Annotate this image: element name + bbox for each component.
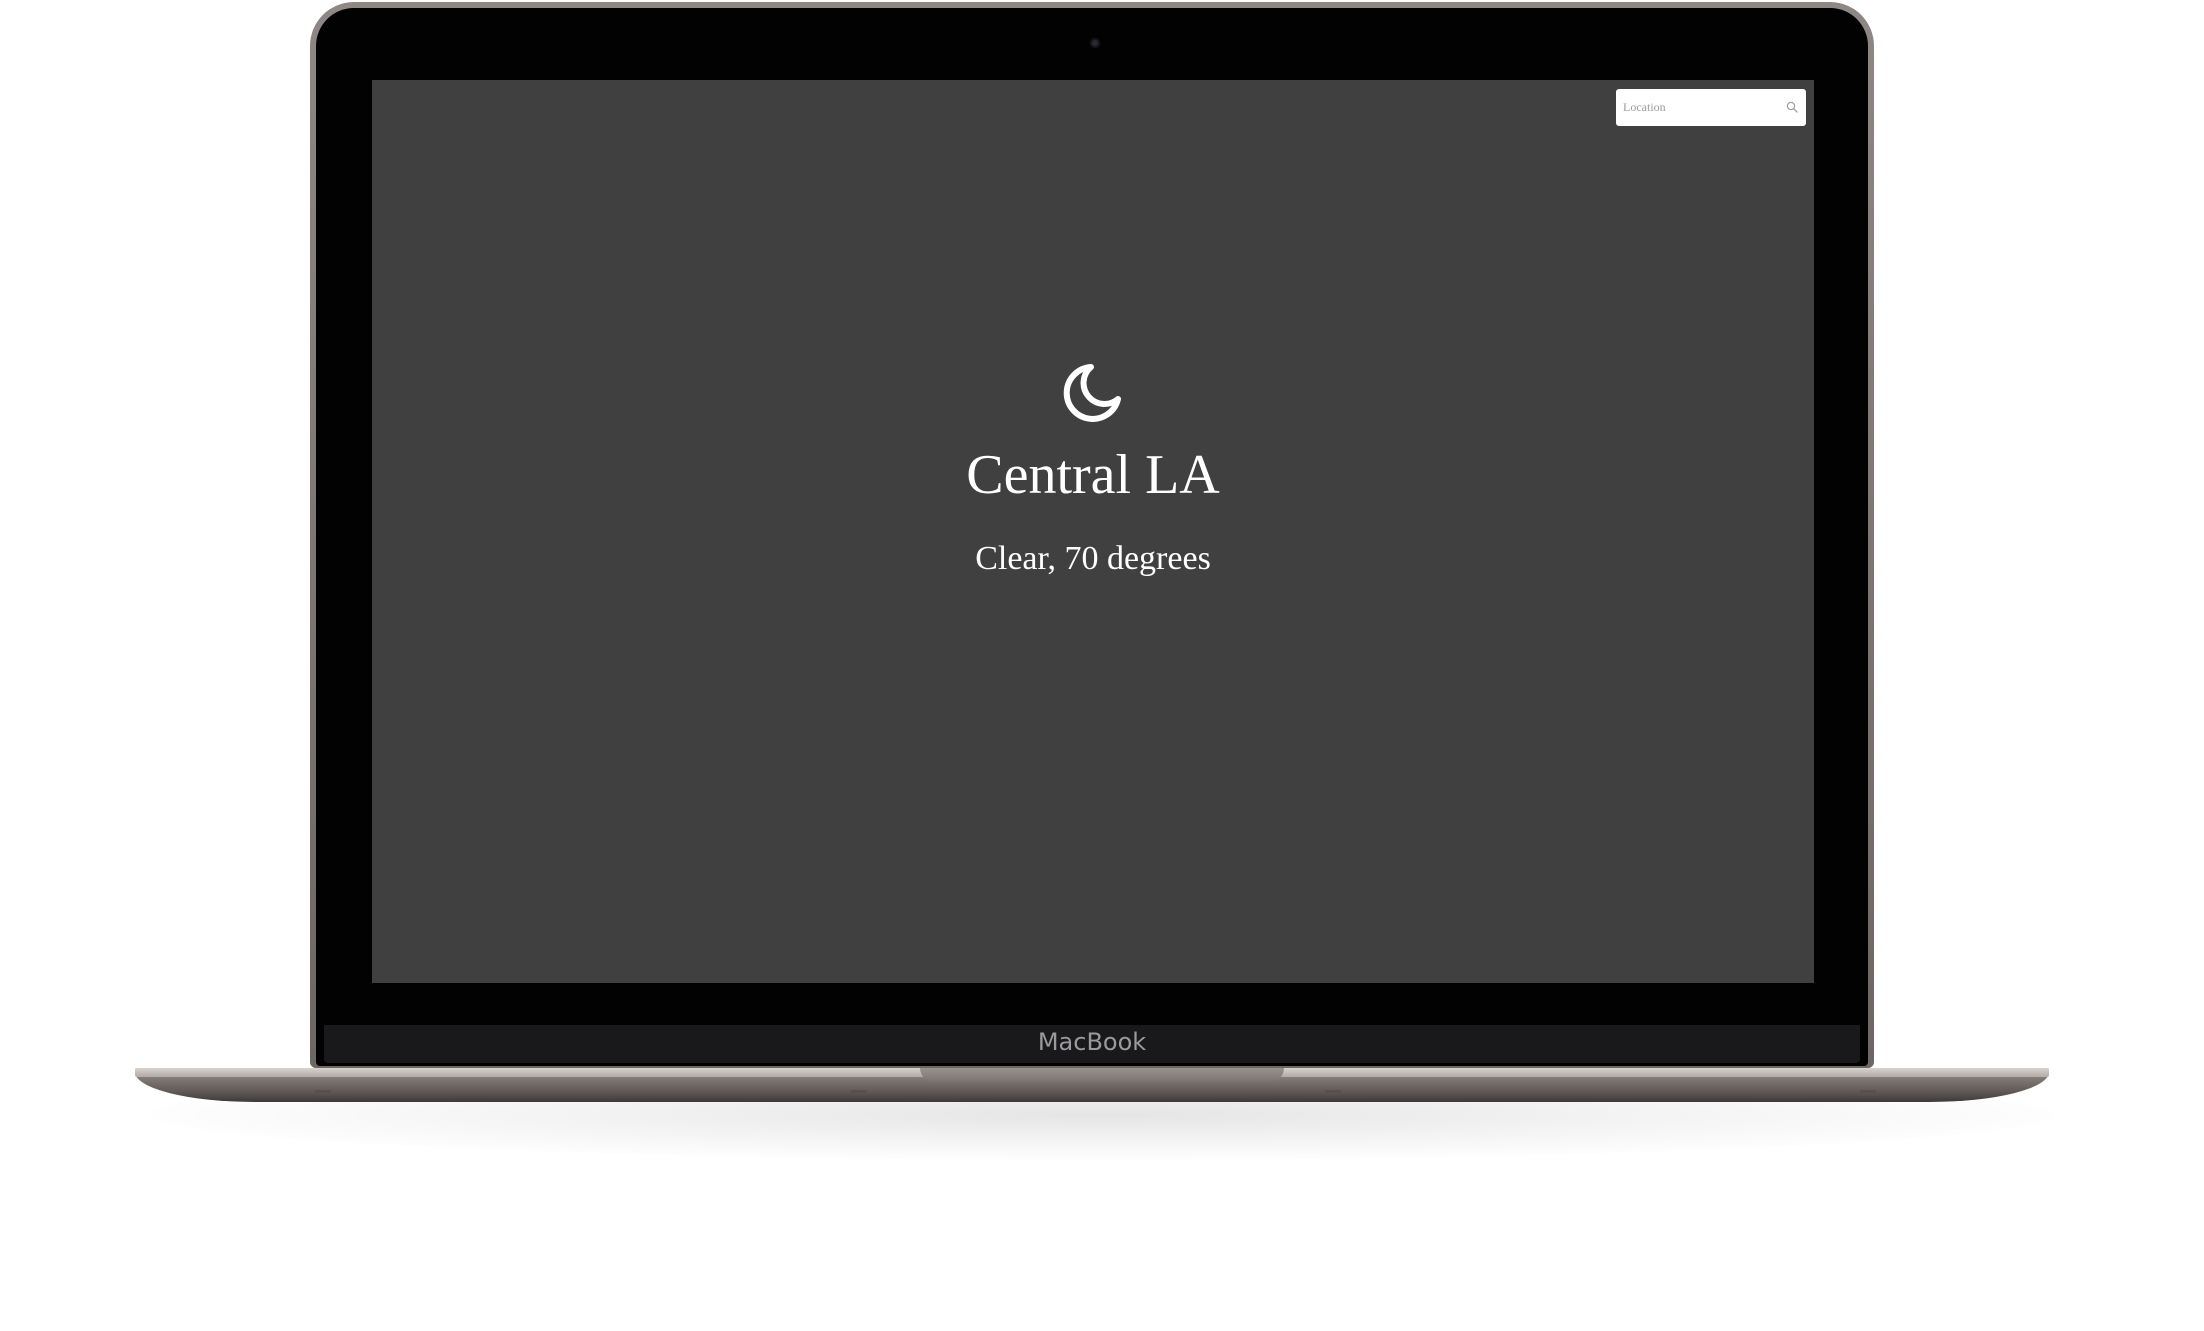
moon-icon [1063, 364, 1121, 422]
laptop-mockup: Central LA Clear, 70 degrees MacBook [0, 0, 2204, 1331]
location-name: Central LA [966, 444, 1220, 506]
camera-icon [1090, 38, 1100, 48]
base-foot [850, 1090, 866, 1093]
base-foot [1325, 1090, 1341, 1093]
weather-panel: Central LA Clear, 70 degrees [372, 80, 1814, 983]
lid-opening-notch [920, 1068, 1284, 1082]
base-foot [1860, 1090, 1876, 1093]
app-screen: Central LA Clear, 70 degrees [372, 80, 1814, 983]
brand-label: MacBook [1037, 1028, 1147, 1056]
weather-conditions: Clear, 70 degrees [975, 540, 1211, 577]
base-foot [315, 1090, 331, 1093]
